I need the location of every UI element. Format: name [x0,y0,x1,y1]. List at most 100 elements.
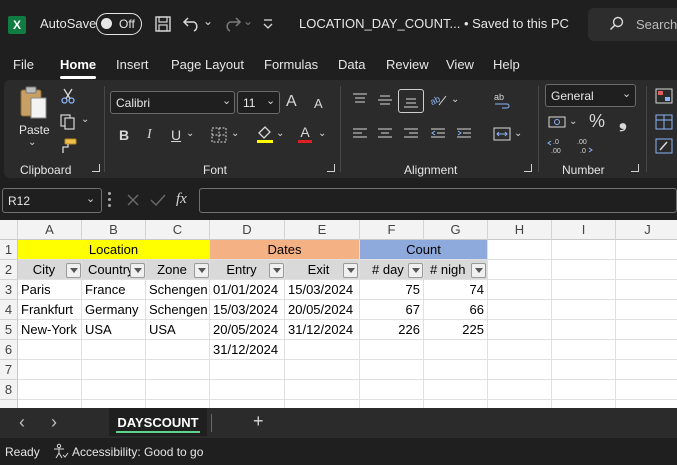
cell-exit[interactable]: 31/12/2024 [285,320,360,340]
font-color-icon[interactable]: A [298,124,312,143]
empty-cell[interactable] [552,320,616,340]
underline-dropdown-icon[interactable]: ⌄ [186,128,194,139]
filter-dropdown-icon[interactable] [194,263,209,278]
empty-cell[interactable] [616,280,677,300]
empty-cell[interactable] [552,240,616,260]
decrease-font-size-icon[interactable]: A [314,96,323,111]
empty-cell[interactable] [616,260,677,280]
alignment-launcher-icon[interactable] [524,164,532,172]
empty-cell[interactable] [488,300,552,320]
column-header[interactable]: A [18,220,82,240]
decrease-decimal-icon[interactable]: .00.0 [574,138,594,157]
empty-cell[interactable] [616,240,677,260]
cell-days[interactable]: 226 [360,320,424,340]
cell-country[interactable]: USA [82,320,146,340]
menu-page-layout[interactable]: Page Layout [171,57,244,72]
conditional-format-icon[interactable] [655,88,673,107]
formula-bar-grip-icon[interactable] [108,192,111,208]
currency-icon[interactable] [548,114,566,133]
row-header[interactable]: 4 [0,300,18,320]
cut-icon[interactable] [61,88,75,107]
bold-button[interactable]: B [119,127,129,143]
empty-cell[interactable] [488,260,552,280]
cell-city[interactable]: New-York [18,320,82,340]
column-header[interactable]: G [424,220,488,240]
increase-indent-icon[interactable] [456,127,472,144]
filter-dropdown-icon[interactable] [269,263,284,278]
align-center-icon[interactable] [377,127,393,144]
autosave-toggle[interactable]: Off [96,13,142,35]
filter-dropdown-icon[interactable] [471,263,486,278]
cell-days[interactable]: 75 [360,280,424,300]
decrease-indent-icon[interactable] [430,127,446,144]
accessibility-status[interactable]: Accessibility: Good to go [72,445,203,459]
empty-cell[interactable] [18,340,82,360]
cell-nights[interactable]: 66 [424,300,488,320]
menu-view[interactable]: View [446,57,474,72]
confirm-entry-icon[interactable] [150,193,166,210]
column-header[interactable]: D [210,220,285,240]
align-bottom-button[interactable] [398,89,424,113]
menu-home[interactable]: Home [60,57,96,72]
save-icon[interactable] [154,15,172,36]
orientation-icon[interactable]: ab [428,92,448,111]
cancel-entry-icon[interactable] [126,193,140,210]
cell-nights[interactable]: 225 [424,320,488,340]
empty-cell[interactable] [285,340,360,360]
column-header[interactable]: B [82,220,146,240]
copy-icon[interactable] [60,114,76,133]
redo-icon[interactable] [222,14,242,35]
column-header[interactable]: E [285,220,360,240]
filter-dropdown-icon[interactable] [130,263,145,278]
wrap-text-icon[interactable]: ab [493,92,511,113]
filter-dropdown-icon[interactable] [408,263,423,278]
empty-cell[interactable] [616,320,677,340]
percent-icon[interactable]: % [589,111,605,132]
cell-city[interactable]: Frankfurt [18,300,82,320]
scroll-tabs-left-icon[interactable]: ‹ [19,412,25,433]
menu-help[interactable]: Help [493,57,520,72]
empty-cell[interactable] [424,340,488,360]
align-middle-icon[interactable] [377,92,393,111]
empty-cell[interactable] [146,340,210,360]
fill-color-icon[interactable] [256,125,274,146]
font-launcher-icon[interactable] [327,164,335,172]
group-header-count[interactable]: Count [360,240,488,260]
select-all-corner[interactable] [0,220,18,240]
spreadsheet-grid[interactable]: A B C D E F G H I J 1 2 3 4 5 6 7 8 Loca… [0,220,677,408]
underline-button[interactable]: U [171,127,181,143]
align-top-icon[interactable] [352,92,368,111]
align-left-icon[interactable] [352,127,368,144]
cell-zone[interactable]: USA [146,320,210,340]
align-right-icon[interactable] [403,127,419,144]
merge-center-icon[interactable] [493,126,511,145]
cell-exit[interactable]: 20/05/2024 [285,300,360,320]
increase-font-size-icon[interactable]: A [286,93,297,111]
cell-country[interactable]: France [82,280,146,300]
redo-dropdown-icon[interactable]: ⌄ [243,14,253,28]
accessibility-icon[interactable] [53,443,69,462]
name-box-chevron-icon[interactable]: ⌄ [86,192,95,205]
row-header[interactable]: 3 [0,280,18,300]
empty-cell[interactable] [552,260,616,280]
row-header[interactable]: 6 [0,340,18,360]
group-header-location[interactable]: Location [18,240,210,260]
comma-style-icon[interactable]: ❟ [619,110,627,133]
add-sheet-button[interactable]: + [253,411,264,432]
cell-nights[interactable]: 74 [424,280,488,300]
copy-dropdown-icon[interactable]: ⌄ [81,114,89,125]
paste-icon[interactable] [18,86,48,123]
empty-cell[interactable] [552,280,616,300]
borders-icon[interactable] [211,127,227,146]
row-header[interactable]: 1 [0,240,18,260]
column-header[interactable]: F [360,220,424,240]
menu-insert[interactable]: Insert [116,57,149,72]
empty-cell[interactable] [82,340,146,360]
column-header[interactable]: H [488,220,552,240]
increase-decimal-icon[interactable]: .0.00 [547,138,567,157]
column-header[interactable]: I [552,220,616,240]
format-painter-icon[interactable] [59,138,77,157]
undo-icon[interactable] [182,14,202,35]
scroll-tabs-right-icon[interactable]: › [51,412,57,433]
format-as-table-icon[interactable] [655,114,673,133]
